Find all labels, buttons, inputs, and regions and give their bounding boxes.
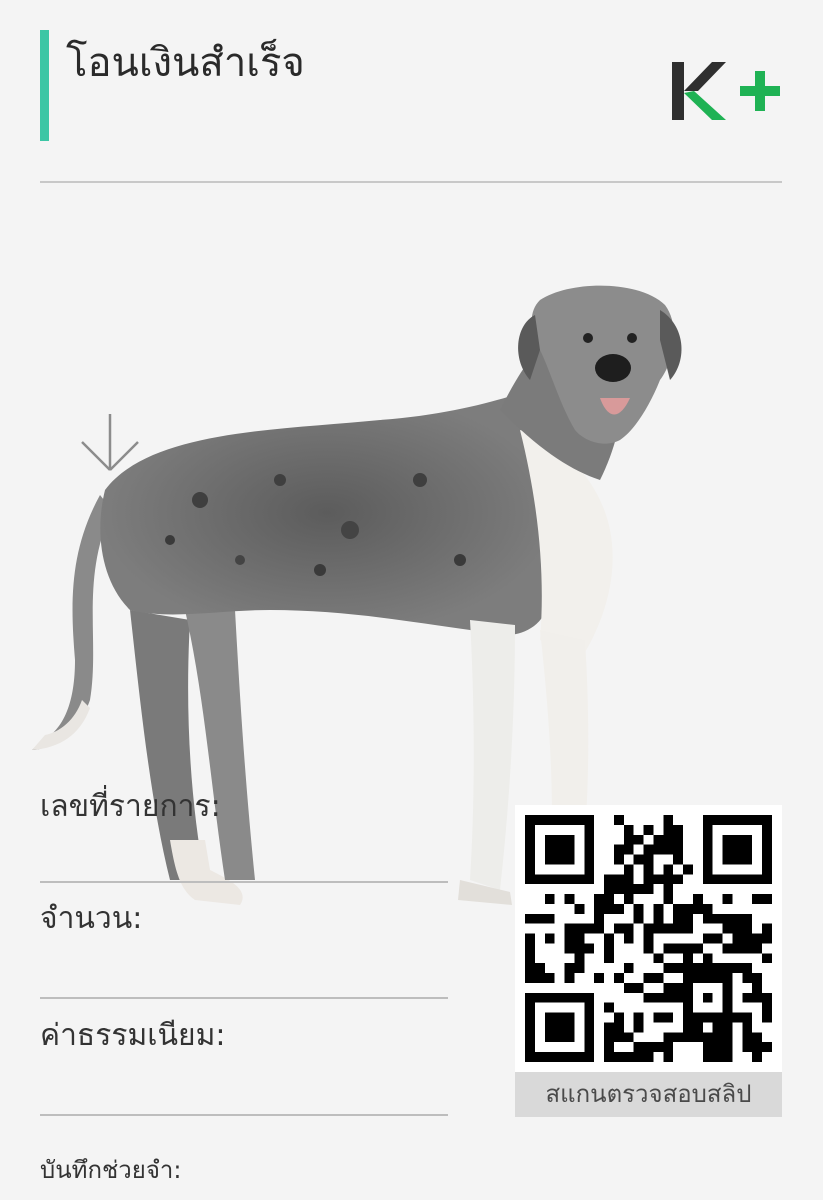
page-title: โอนเงินสำเร็จ (66, 40, 305, 86)
memo-label: บันทึกช่วยจำ: (40, 1156, 182, 1184)
qr-verify-block[interactable]: สแกนตรวจสอบสลิป (515, 805, 782, 1117)
qr-caption: สแกนตรวจสอบสลิป (515, 1072, 782, 1117)
arrow-down-icon (81, 414, 139, 471)
k-plus-logo-icon (672, 62, 780, 120)
transaction-id-label: เลขที่รายการ: (40, 789, 221, 824)
qr-code[interactable] (515, 805, 782, 1072)
transaction-id-divider (40, 881, 448, 883)
header-divider (40, 181, 782, 183)
fee-divider (40, 1114, 448, 1116)
fee-label: ค่าธรรมเนียม: (40, 1018, 226, 1053)
amount-divider (40, 997, 448, 999)
amount-label: จำนวน: (40, 901, 143, 936)
title-accent-bar (40, 30, 49, 141)
